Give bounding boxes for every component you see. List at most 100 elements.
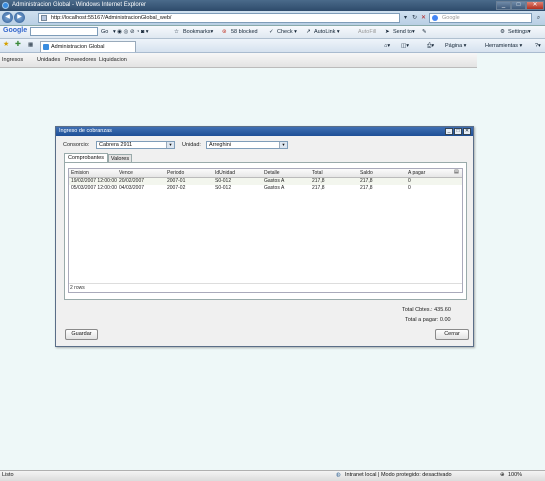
table-row[interactable]: 19/02/2007 12:00:00 20/02/2007 2007-01 S… — [69, 178, 462, 185]
cell-vence: 20/02/2007 — [119, 178, 145, 184]
star-icon: ☆ — [174, 29, 179, 35]
address-bar-row: ◀ ▶ http://localhost:55167/Administracio… — [0, 11, 545, 26]
close-button[interactable]: Cerrar — [435, 329, 469, 340]
sendto-button[interactable]: Send to▾ — [393, 28, 415, 36]
page-button[interactable]: Página ▾ — [445, 42, 466, 50]
dialog-title-bar: Ingreso de cobranzas _ □ ✕ — [56, 127, 473, 136]
ingreso-cobranzas-dialog: Ingreso de cobranzas _ □ ✕ Consorcio: Ca… — [55, 126, 474, 347]
cell-idunidad: S0-012 — [215, 185, 232, 191]
menu-item-liquidacion[interactable]: Liquidacion — [99, 57, 127, 63]
column-header-idunidad[interactable]: IdUnidad — [215, 170, 235, 176]
tabs-bar: ★ ✚ ▦ Administracion Global ⌂▾ ◫▾ ⎙▾ Pág… — [0, 39, 545, 53]
column-chooser-icon[interactable]: ▤ — [454, 169, 459, 175]
tab-page-icon — [43, 44, 49, 50]
search-provider-icon — [432, 15, 438, 21]
popup-blocker-icon: ⊛ — [222, 29, 227, 35]
dialog-close-button[interactable]: ✕ — [463, 128, 471, 135]
autolink-icon: ↗ — [306, 29, 311, 35]
stop-button[interactable]: ✕ — [419, 13, 428, 23]
print-icon[interactable]: ⎙▾ — [427, 42, 434, 50]
popup-blocked-button[interactable]: 58 blocked — [231, 28, 258, 36]
address-field[interactable]: http://localhost:55167/AdministracionGlo… — [38, 13, 400, 23]
cell-idunidad: S0-012 — [215, 178, 232, 184]
settings-button[interactable]: Settings▾ — [508, 28, 531, 36]
address-url: http://localhost:55167/AdministracionGlo… — [51, 15, 172, 21]
forward-button[interactable]: ▶ — [14, 12, 25, 23]
cell-emision: 05/03/2007 12:00:00 — [71, 185, 117, 191]
search-icon[interactable]: ⌕ — [534, 13, 543, 23]
column-header-emision[interactable]: Emision — [71, 170, 89, 176]
comprobantes-grid: Emision Vence Periodo IdUnidad Detalle T… — [68, 168, 463, 293]
dialog-minimize-button[interactable]: _ — [445, 128, 453, 135]
comprobantes-panel: Emision Vence Periodo IdUnidad Detalle T… — [64, 162, 467, 300]
total-comprobantes: Total Cbtes.: 435.60 — [402, 307, 451, 313]
chevron-down-icon: ▼ — [279, 142, 287, 148]
menu-item-ingresos[interactable]: Ingresos — [2, 57, 23, 63]
close-window-button[interactable]: ✕ — [526, 1, 544, 10]
wrench-icon: ⚙ — [500, 29, 505, 35]
cell-apagar[interactable]: 0 — [408, 185, 411, 191]
cell-total: 217,8 — [312, 185, 325, 191]
menu-item-unidades[interactable]: Unidades — [37, 57, 60, 63]
bookmarks-button[interactable]: Bookmarks▾ — [183, 28, 213, 36]
cell-periodo: 2007-01 — [167, 178, 186, 184]
column-header-vence[interactable]: Vence — [119, 170, 133, 176]
search-placeholder: Google — [442, 15, 460, 21]
browser-tab[interactable]: Administracion Global — [40, 41, 136, 52]
dialog-title: Ingreso de cobranzas — [59, 128, 112, 134]
favorites-star-icon[interactable]: ★ — [3, 41, 9, 49]
status-bar: Listo ◍ Intranet local | Modo protegido:… — [0, 470, 545, 481]
column-header-apagar[interactable]: A pagar — [408, 170, 425, 176]
spellcheck-icon: ✓ — [269, 29, 274, 35]
tools-button[interactable]: Herramientas ▾ — [485, 42, 522, 50]
window-title-bar: Administracion Global - Windows Internet… — [0, 0, 545, 11]
zoom-level[interactable]: 100% — [508, 472, 522, 478]
dialog-maximize-button[interactable]: □ — [454, 128, 462, 135]
app-menu-bar: Ingresos Unidades Proveedores Liquidacio… — [0, 53, 477, 68]
feeds-icon[interactable]: ◫▾ — [401, 42, 409, 50]
total-a-pagar: Total a pagar: 0.00 — [405, 317, 451, 323]
ie-icon — [2, 2, 9, 9]
minimize-button[interactable]: _ — [496, 1, 511, 10]
column-header-periodo[interactable]: Periodo — [167, 170, 184, 176]
check-button[interactable]: Check ▾ — [277, 28, 297, 36]
cell-apagar[interactable]: 0 — [408, 178, 411, 184]
google-go-button[interactable]: Go — [101, 28, 108, 36]
back-button[interactable]: ◀ — [2, 12, 13, 23]
cell-saldo: 217,8 — [360, 185, 373, 191]
page-icon — [41, 15, 47, 21]
refresh-button[interactable]: ↻ — [410, 13, 419, 23]
help-icon[interactable]: ?▾ — [535, 42, 541, 50]
google-search-input[interactable] — [30, 27, 98, 36]
autofill-button[interactable]: AutoFill — [358, 28, 376, 36]
security-zone-text[interactable]: Intranet local | Modo protegido: desacti… — [345, 472, 452, 478]
cell-saldo: 217,8 — [360, 178, 373, 184]
tab-title: Administracion Global — [51, 44, 105, 50]
column-header-detalle[interactable]: Detalle — [264, 170, 280, 176]
save-button[interactable]: Guardar — [65, 329, 98, 340]
zoom-icon: ⊕ — [500, 472, 505, 478]
cell-detalle: Gastos A — [264, 185, 285, 191]
column-header-total[interactable]: Total — [312, 170, 323, 176]
autolink-button[interactable]: AutoLink ▾ — [314, 28, 340, 36]
status-text: Listo — [2, 472, 14, 478]
cell-emision: 19/02/2007 12:00:00 — [71, 178, 117, 184]
maximize-button[interactable]: □ — [511, 1, 526, 10]
menu-item-proveedores[interactable]: Proveedores — [65, 57, 96, 63]
consorcio-select[interactable]: Cabrera 2911 ▼ — [96, 141, 175, 149]
home-icon[interactable]: ⌂▾ — [384, 42, 390, 50]
address-dropdown-icon[interactable]: ▾ — [401, 13, 410, 23]
add-favorite-icon[interactable]: ✚ — [15, 41, 21, 49]
sendto-icon: ➤ — [385, 29, 390, 35]
column-header-saldo[interactable]: Saldo — [360, 170, 373, 176]
cell-total: 217,8 — [312, 178, 325, 184]
tab-list-icon[interactable]: ▦ — [28, 41, 33, 49]
google-toolbar: Google Go ▾ ◉ ◎ ⊘ ◔ ◙ ▾ ☆ Bookmarks▾ ⊛ 5… — [0, 26, 545, 39]
row-count: 2 rows — [70, 285, 85, 291]
pencil-icon[interactable]: ✎ — [422, 28, 427, 36]
table-row[interactable]: 05/03/2007 12:00:00 04/03/2007 2007-02 S… — [69, 185, 462, 192]
window-title: Administracion Global - Windows Internet… — [12, 2, 147, 8]
live-search-input[interactable]: Google — [429, 13, 532, 23]
unidad-select[interactable]: Arreghini ▼ — [206, 141, 288, 149]
unidad-value: Arreghini — [209, 142, 232, 148]
